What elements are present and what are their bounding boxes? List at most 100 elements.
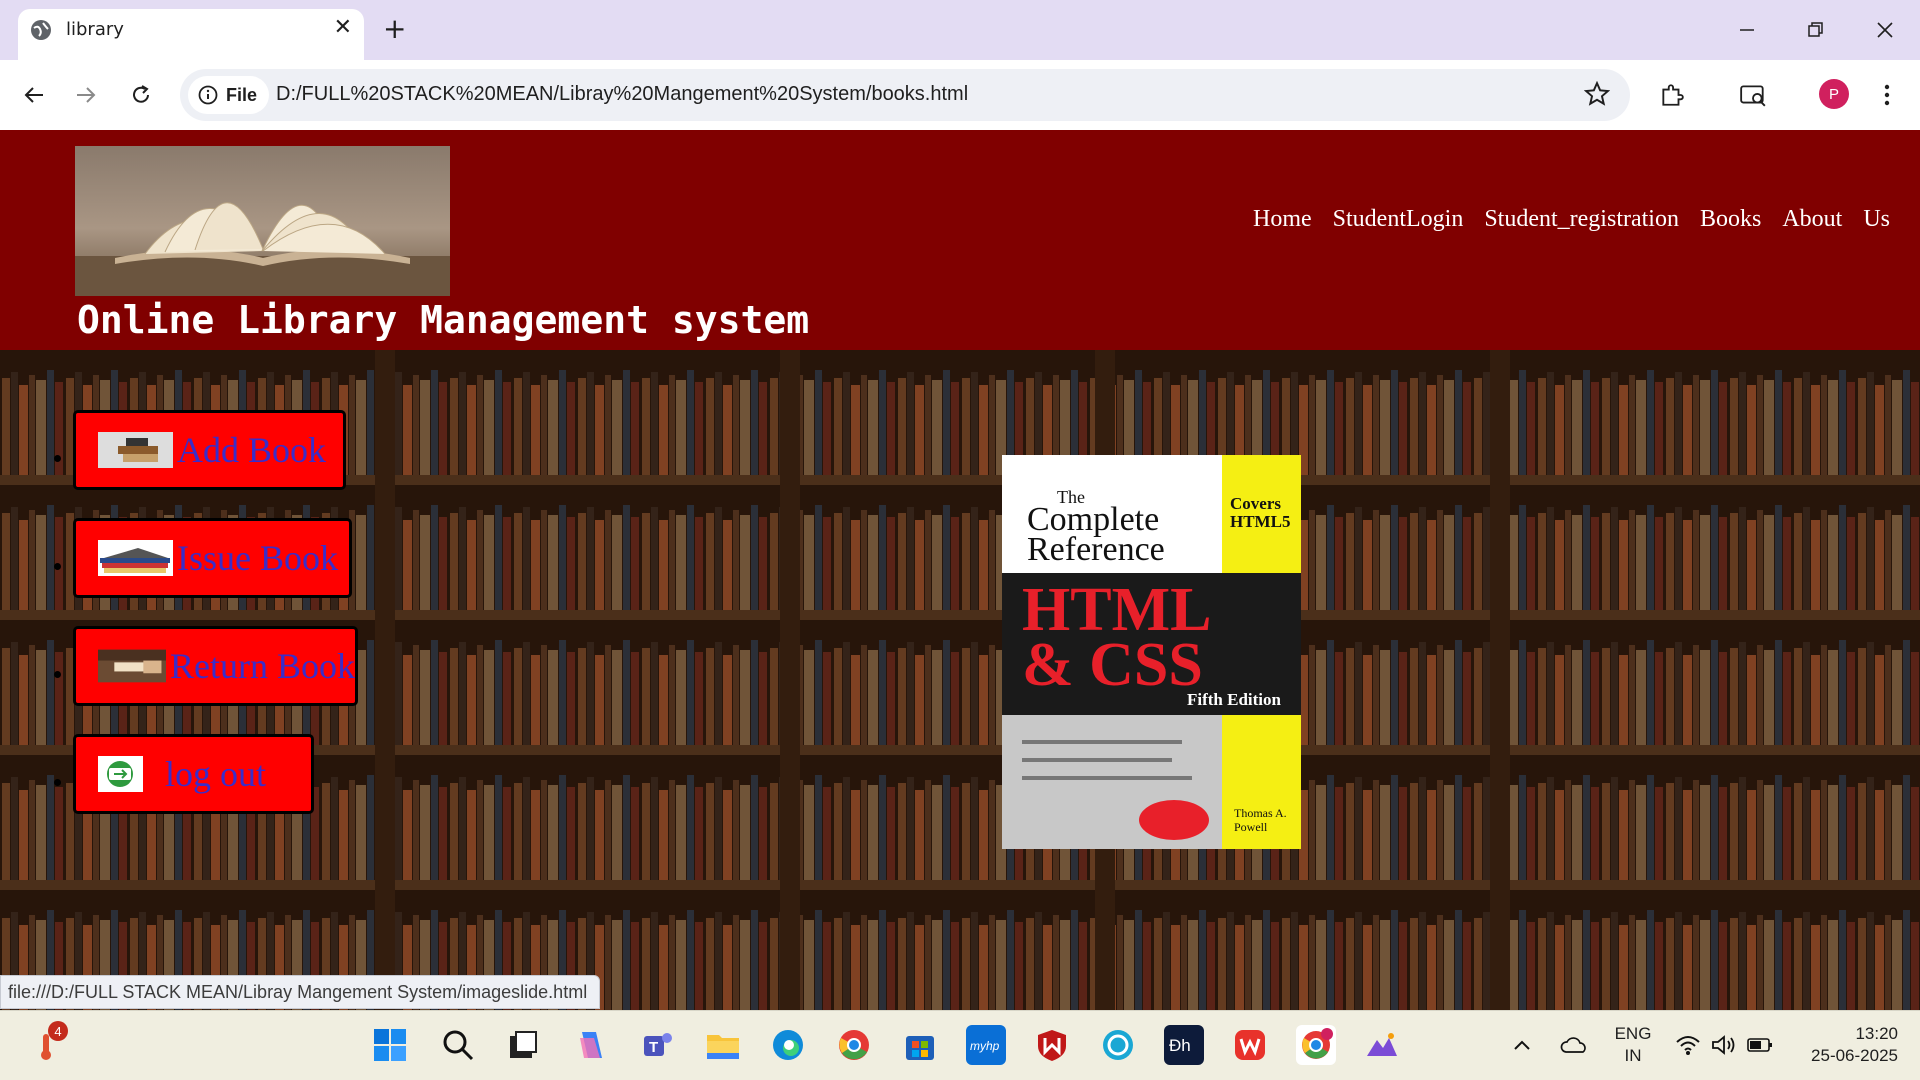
region-code: IN <box>1624 1046 1642 1065</box>
url-text[interactable]: D:/FULL%20STACK%20MEAN/Libray%20Mangemen… <box>276 83 968 106</box>
wifi-button[interactable] <box>1670 1025 1706 1065</box>
status-bar-url: file:///D:/FULL STACK MEAN/Libray Mangem… <box>0 975 601 1009</box>
close-window-button[interactable] <box>1865 10 1905 50</box>
alexa-app[interactable] <box>1098 1025 1138 1065</box>
reload-button[interactable] <box>123 77 159 113</box>
edge-icon <box>773 1030 803 1060</box>
clock[interactable]: 13:20 25-06-2025 <box>1792 1023 1898 1067</box>
tab-title: library <box>66 19 124 40</box>
books-thumbnail-icon <box>98 432 173 468</box>
minimize-button[interactable] <box>1727 10 1767 50</box>
bookmark-star-icon[interactable] <box>1584 81 1610 107</box>
bookshelf-background: Add Book Issue Book Return Book log out <box>0 350 1920 1010</box>
site-chip-label: File <box>226 84 258 105</box>
cover-author-line1: Thomas A. <box>1234 806 1287 820</box>
browser-tab[interactable]: library ✕ <box>18 9 364 60</box>
clock-time: 13:20 <box>1855 1024 1898 1043</box>
new-tab-button[interactable]: + <box>383 12 406 45</box>
store-icon <box>906 1036 934 1060</box>
chevron-up-icon <box>1514 1040 1530 1050</box>
return-book-label: Return Book <box>170 646 355 686</box>
forward-button[interactable] <box>68 77 104 113</box>
wifi-icon <box>1676 1036 1700 1055</box>
cover-edition: Fifth Edition <box>1187 690 1282 709</box>
search-button[interactable] <box>438 1025 478 1065</box>
battery-button[interactable] <box>1742 1025 1778 1065</box>
task-view-button[interactable] <box>503 1025 543 1065</box>
puzzle-icon <box>1662 84 1684 106</box>
site-title: Online Library Management system <box>77 298 810 342</box>
cover-author-line2: Powell <box>1234 820 1268 834</box>
windows-taskbar: 4 T myhp Ɖh ENG IN 13:20 25-06-2025 <box>0 1010 1920 1080</box>
log-out-label: log out <box>165 754 267 794</box>
speaker-icon <box>1712 1035 1735 1055</box>
nav-link-about[interactable]: About <box>1782 206 1842 233</box>
microsoft-store-app[interactable] <box>900 1025 940 1065</box>
cover-title-line2: & CSS <box>1022 631 1203 699</box>
address-bar[interactable]: File D:/FULL%20STACK%20MEAN/Libray%20Man… <box>180 69 1630 121</box>
nav-link-student-login[interactable]: StudentLogin <box>1333 206 1464 233</box>
kebab-menu-icon <box>1884 84 1890 106</box>
dh-icon: Ɖh <box>1169 1036 1191 1055</box>
handover-thumbnail-icon <box>98 649 166 683</box>
nav-link-us[interactable]: Us <box>1863 206 1890 233</box>
volume-button[interactable] <box>1706 1025 1742 1065</box>
issue-book-button[interactable]: Issue Book <box>73 518 352 598</box>
list-bullet <box>54 455 61 462</box>
wps-icon <box>1235 1030 1265 1060</box>
photos-icon <box>1367 1033 1397 1056</box>
log-out-button[interactable]: log out <box>73 734 314 814</box>
open-book-logo-image <box>75 146 450 296</box>
photos-app[interactable] <box>1362 1025 1402 1065</box>
nav-link-books[interactable]: Books <box>1700 206 1761 233</box>
language-indicator[interactable]: ENG IN <box>1608 1023 1658 1067</box>
myhp-app[interactable]: myhp <box>966 1025 1006 1065</box>
onedrive-button[interactable] <box>1556 1025 1592 1065</box>
mcafee-app[interactable] <box>1032 1025 1072 1065</box>
profile-avatar[interactable]: P <box>1819 79 1849 109</box>
add-book-label: Add Book <box>177 430 327 470</box>
logout-thumbnail-icon <box>98 756 143 792</box>
site-header: Online Library Management system Home St… <box>0 130 1920 350</box>
globe-icon <box>31 20 51 40</box>
cast-search-button[interactable] <box>1736 78 1770 112</box>
teams-app[interactable]: T <box>637 1025 677 1065</box>
restore-button[interactable] <box>1796 10 1836 50</box>
minimize-icon <box>1740 29 1754 31</box>
chrome-icon <box>839 1030 869 1060</box>
browser-menu-button[interactable] <box>1870 78 1904 112</box>
info-icon <box>198 85 218 105</box>
battery-icon <box>1747 1038 1772 1052</box>
site-info-chip[interactable]: File <box>188 76 270 114</box>
copilot-app[interactable] <box>571 1025 611 1065</box>
reload-icon <box>133 85 149 103</box>
nav-link-home[interactable]: Home <box>1253 206 1312 233</box>
close-tab-icon[interactable]: ✕ <box>334 15 352 40</box>
weather-widget[interactable]: 4 <box>26 1021 68 1065</box>
chrome-profile-app[interactable] <box>1296 1025 1336 1065</box>
return-book-button[interactable]: Return Book <box>73 626 358 706</box>
cover-html5: HTML5 <box>1230 512 1290 531</box>
file-explorer-app[interactable] <box>703 1025 743 1065</box>
chrome-profile-icon <box>1302 1028 1333 1059</box>
add-book-button[interactable]: Add Book <box>73 410 346 490</box>
nav-link-student-registration[interactable]: Student_registration <box>1484 206 1679 233</box>
myhp-icon: myhp <box>970 1039 1000 1053</box>
wps-office-app[interactable] <box>1230 1025 1270 1065</box>
chrome-app[interactable] <box>834 1025 874 1065</box>
start-button[interactable] <box>370 1025 410 1065</box>
list-bullet <box>54 779 61 786</box>
book-cover-image: The Complete Reference Covers HTML5 HTML… <box>1002 455 1301 849</box>
top-navigation: Home StudentLogin Student_registration B… <box>1253 206 1890 233</box>
edge-app[interactable] <box>768 1025 808 1065</box>
back-button[interactable] <box>16 77 52 113</box>
arrow-right-icon <box>77 87 96 103</box>
list-bullet <box>54 671 61 678</box>
notification-badge: 4 <box>48 1021 68 1041</box>
restore-icon <box>1808 22 1823 37</box>
show-hidden-icons-button[interactable] <box>1508 1025 1536 1065</box>
language-code: ENG <box>1614 1024 1652 1043</box>
extensions-button[interactable] <box>1655 78 1689 112</box>
dh-app[interactable]: Ɖh <box>1164 1025 1204 1065</box>
arrow-left-icon <box>24 87 43 103</box>
